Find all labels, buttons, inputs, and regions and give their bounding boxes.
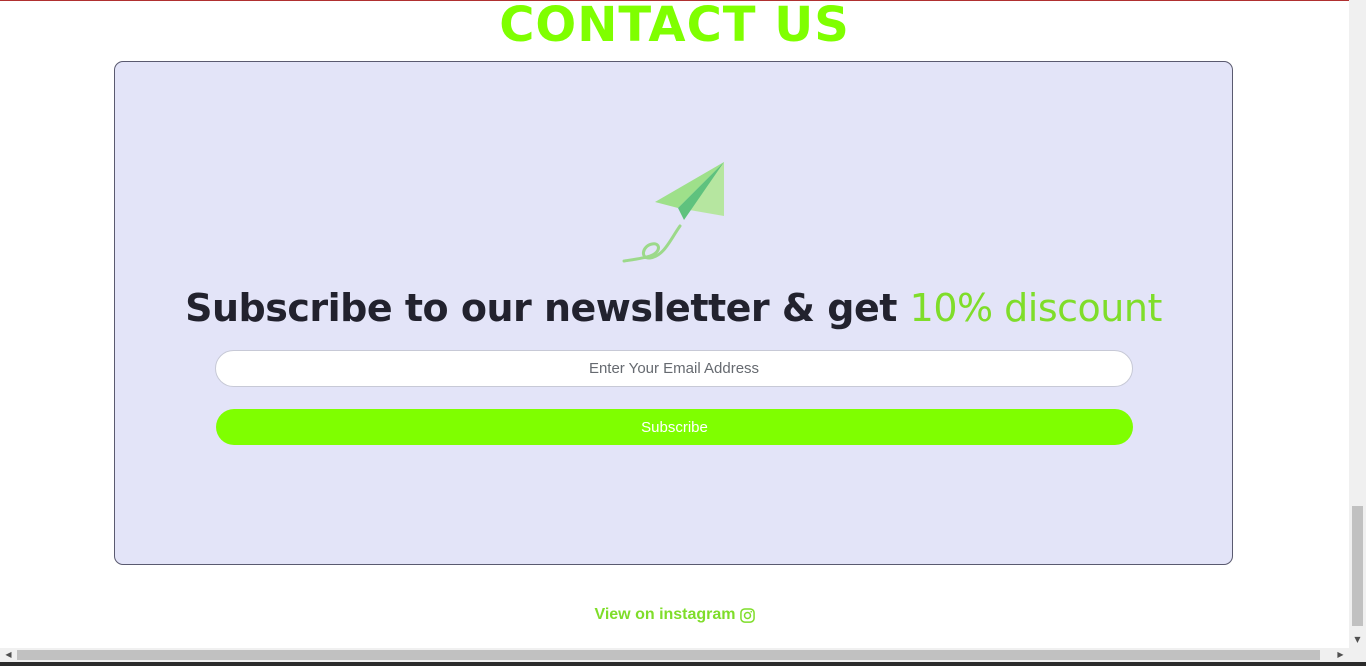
instagram-footer: View on instagram [0,606,1349,624]
newsletter-headline: Subscribe to our newsletter & get 10% di… [114,283,1233,333]
instagram-link[interactable]: View on instagram [594,606,755,624]
scroll-down-arrow-icon[interactable]: ▼ [1349,634,1366,646]
scroll-left-arrow-icon[interactable]: ◀ [0,648,17,662]
subscribe-button[interactable]: Subscribe [216,409,1133,445]
window-bottom-edge [0,662,1366,666]
vertical-scrollbar-thumb[interactable] [1352,506,1363,626]
section-title: CONTACT US [499,0,850,53]
headline-discount-text: 10% discount [909,286,1163,330]
scroll-right-arrow-icon[interactable]: ▶ [1332,648,1349,662]
vertical-scrollbar[interactable]: ▼ [1349,0,1366,648]
instagram-link-label: View on instagram [594,606,736,623]
email-field[interactable] [215,350,1133,387]
horizontal-scrollbar-thumb[interactable] [17,650,1320,660]
horizontal-scrollbar[interactable]: ◀ ▶ [0,648,1366,662]
instagram-icon [739,607,755,623]
paper-plane-icon [622,162,724,263]
headline-main-text: Subscribe to our newsletter & get [185,286,910,330]
